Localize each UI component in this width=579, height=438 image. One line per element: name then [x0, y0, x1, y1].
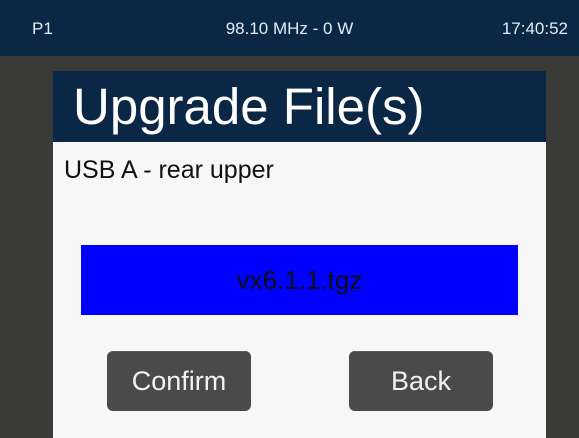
dialog-title: Upgrade File(s)	[53, 71, 546, 142]
file-list-item-selected[interactable]: vx6.1.1.tgz	[81, 245, 518, 315]
upgrade-dialog: Upgrade File(s) USB A - rear upper vx6.1…	[53, 71, 546, 438]
confirm-button[interactable]: Confirm	[107, 351, 251, 411]
status-bar: P1 98.10 MHz - 0 W 17:40:52	[0, 0, 579, 56]
clock: 17:40:52	[501, 19, 568, 38]
back-button[interactable]: Back	[349, 351, 493, 411]
frequency-power-readout: 98.10 MHz - 0 W	[225, 19, 354, 38]
usb-source-label: USB A - rear upper	[64, 156, 274, 184]
